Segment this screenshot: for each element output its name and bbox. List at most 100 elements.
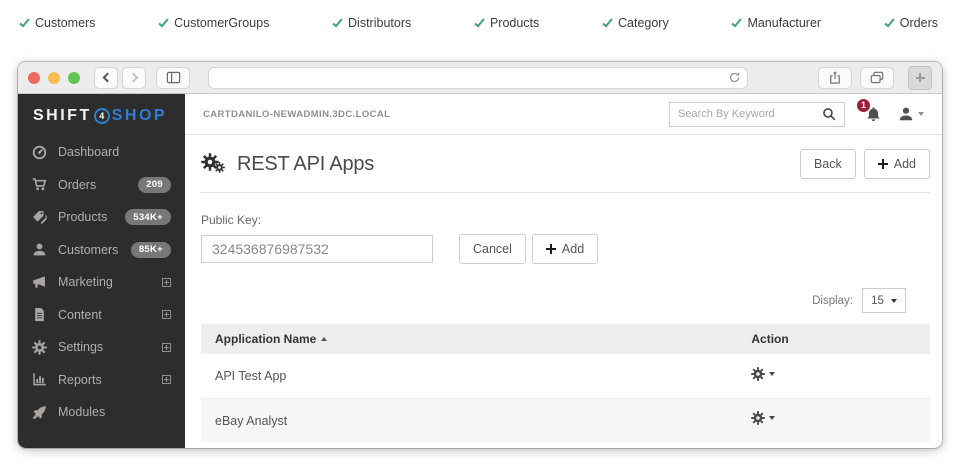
browser-window: SHIFT 4 SHOP Dashboard Orders 209 xyxy=(18,62,942,448)
display-count-select[interactable]: 15 xyxy=(862,288,906,313)
plus-icon xyxy=(878,159,888,169)
nav-item-distributors[interactable]: Distributors xyxy=(335,16,411,30)
cogs-icon xyxy=(201,152,227,176)
sidebar-item-label: Orders xyxy=(58,178,96,192)
sidebar-toggle-button[interactable] xyxy=(156,67,190,89)
gear-icon xyxy=(32,340,47,355)
search-icon[interactable] xyxy=(822,107,836,121)
row-action-menu-button[interactable] xyxy=(751,367,775,381)
expand-icon[interactable] xyxy=(162,278,171,287)
logo-text-shop: SHOP xyxy=(112,107,167,125)
chevron-down-icon xyxy=(891,299,897,303)
check-icon xyxy=(332,16,342,27)
close-window-button[interactable] xyxy=(28,72,40,84)
nav-item-customers[interactable]: Customers xyxy=(22,16,95,30)
sidebar-menu: Dashboard Orders 209 Products 534K+ xyxy=(18,136,185,448)
sidebar-item-label: Customers xyxy=(58,243,118,257)
sidebar-item-label: Content xyxy=(58,308,102,322)
sidebar-item-modules[interactable]: Modules xyxy=(18,396,185,429)
browser-back-button[interactable] xyxy=(94,67,118,89)
add-app-button[interactable]: Add xyxy=(864,149,930,179)
gear-icon xyxy=(751,411,765,425)
browser-forward-button[interactable] xyxy=(122,67,146,89)
show-tabs-button[interactable] xyxy=(860,67,894,89)
public-key-form: Public Key: Cancel Add xyxy=(201,213,930,264)
plus-icon xyxy=(916,73,925,82)
nav-item-label: Manufacturer xyxy=(747,16,821,30)
admin-topbar: CARTDANILO-NEWADMIN.3DC.LOCAL 1 xyxy=(185,94,942,135)
form-add-button[interactable]: Add xyxy=(532,234,598,264)
chevron-down-icon xyxy=(918,112,924,116)
nav-item-orders[interactable]: Orders xyxy=(887,16,938,30)
nav-item-manufacturer[interactable]: Manufacturer xyxy=(734,16,821,30)
sidebar-item-settings[interactable]: Settings xyxy=(18,331,185,364)
sidebar-item-content[interactable]: Content xyxy=(18,299,185,332)
sidebar-item-orders[interactable]: Orders 209 xyxy=(18,169,185,202)
sidebar-item-reports[interactable]: Reports xyxy=(18,364,185,397)
table-row: eBay Analyst xyxy=(201,398,930,442)
panel-icon xyxy=(166,70,181,85)
check-icon xyxy=(19,16,29,27)
rocket-icon xyxy=(32,405,47,420)
nav-item-customergroups[interactable]: CustomerGroups xyxy=(161,16,269,30)
nav-item-category[interactable]: Category xyxy=(605,16,669,30)
sidebar-item-label: Modules xyxy=(58,405,105,419)
expand-icon[interactable] xyxy=(162,343,171,352)
sidebar-item-products[interactable]: Products 534K+ xyxy=(18,201,185,234)
display-count-value: 15 xyxy=(871,295,884,307)
url-input[interactable] xyxy=(215,72,728,84)
logo-text-shift: SHIFT xyxy=(33,107,92,125)
table-header: Application Name Action xyxy=(201,324,930,354)
cancel-button[interactable]: Cancel xyxy=(459,234,526,264)
public-key-input[interactable] xyxy=(201,235,433,263)
orders-count-badge: 209 xyxy=(138,177,171,193)
column-label: Action xyxy=(751,332,788,346)
chevron-down-icon xyxy=(769,416,775,420)
nav-item-label: CustomerGroups xyxy=(174,16,269,30)
form-add-button-label: Add xyxy=(562,242,584,256)
sidebar: SHIFT 4 SHOP Dashboard Orders 209 xyxy=(18,94,185,448)
zoom-window-button[interactable] xyxy=(68,72,80,84)
reload-button[interactable] xyxy=(728,71,741,84)
address-bar[interactable] xyxy=(208,67,748,89)
sidebar-item-marketing[interactable]: Marketing xyxy=(18,266,185,299)
public-key-row: Cancel Add xyxy=(201,234,930,264)
sidebar-item-customers[interactable]: Customers 85K+ xyxy=(18,234,185,267)
logo-four-badge: 4 xyxy=(94,108,110,124)
column-action: Action xyxy=(751,330,930,348)
shift4shop-logo[interactable]: SHIFT 4 SHOP xyxy=(18,96,185,136)
add-button-label: Add xyxy=(894,157,916,171)
keyword-search-box[interactable] xyxy=(669,102,845,127)
notifications-button[interactable]: 1 xyxy=(865,106,882,123)
bar-chart-icon xyxy=(32,372,47,387)
document-icon xyxy=(32,307,47,322)
sidebar-item-label: Dashboard xyxy=(58,145,119,159)
cancel-button-label: Cancel xyxy=(473,242,512,256)
header-divider xyxy=(201,192,930,193)
app-name: API Test App xyxy=(215,369,286,383)
app-name: eBay Analyst xyxy=(215,414,287,428)
check-icon xyxy=(602,16,612,27)
sidebar-item-label: Products xyxy=(58,210,107,224)
sidebar-item-label: Settings xyxy=(58,340,103,354)
share-button[interactable] xyxy=(818,67,852,89)
back-button[interactable]: Back xyxy=(800,149,856,179)
column-application-name[interactable]: Application Name xyxy=(201,332,751,346)
account-menu-button[interactable] xyxy=(898,106,924,122)
minimize-window-button[interactable] xyxy=(48,72,60,84)
check-icon xyxy=(474,16,484,27)
row-action-menu-button[interactable] xyxy=(751,411,775,425)
nav-item-products[interactable]: Products xyxy=(477,16,539,30)
search-input[interactable] xyxy=(678,108,822,120)
expand-icon[interactable] xyxy=(162,310,171,319)
nav-item-label: Orders xyxy=(900,16,938,30)
products-count-badge: 534K+ xyxy=(125,209,171,225)
check-icon xyxy=(732,16,742,27)
nav-item-label: Category xyxy=(618,16,669,30)
tags-icon xyxy=(32,210,47,225)
new-tab-button[interactable] xyxy=(908,66,932,90)
public-key-label: Public Key: xyxy=(201,213,930,227)
expand-icon[interactable] xyxy=(162,375,171,384)
sidebar-item-dashboard[interactable]: Dashboard xyxy=(18,136,185,169)
window-controls xyxy=(28,72,80,84)
